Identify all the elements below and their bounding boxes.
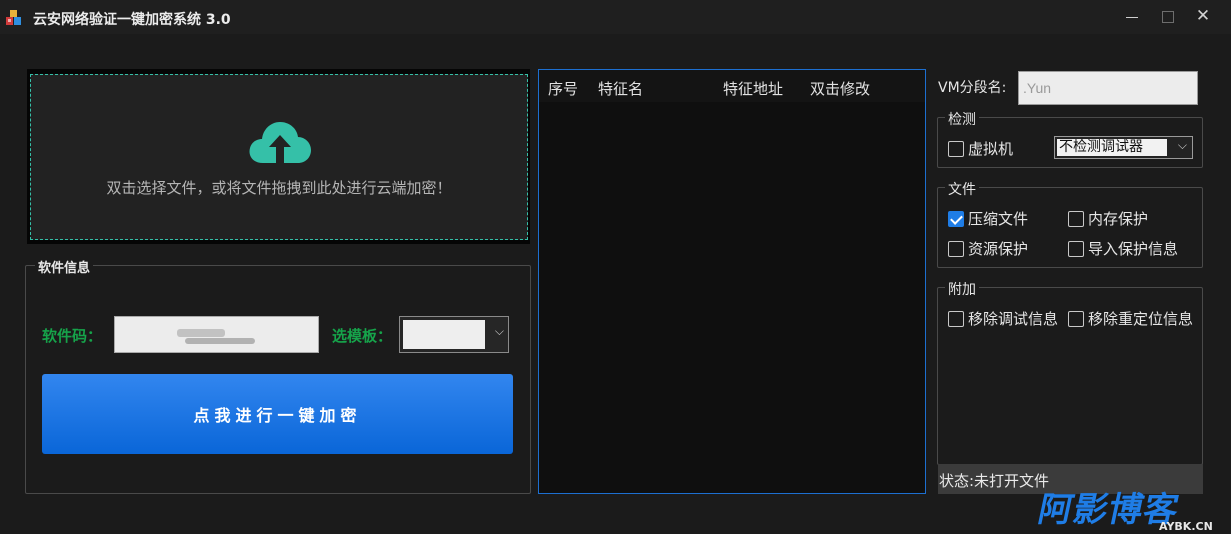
compress-file-label: 压缩文件 (968, 210, 1029, 228)
maximize-button[interactable] (1150, 4, 1184, 28)
vm-checkbox-label: 虚拟机 (968, 140, 1014, 158)
app-window: 云安网络验证一键加密系统 3.0 ✕ 双击选择文件，或将文件拖拽到此处进行云端加… (0, 0, 1231, 534)
feature-table[interactable]: 序号 特征名 特征地址 双击修改 (538, 69, 926, 494)
memory-protect-label: 内存保护 (1088, 210, 1149, 228)
debugger-select[interactable]: 不检测调试器 ⌵ (1054, 136, 1193, 159)
column-header-edit[interactable]: 双击修改 (810, 78, 870, 99)
blurred-value (177, 329, 225, 337)
blurred-value (185, 338, 255, 344)
close-button[interactable]: ✕ (1186, 4, 1220, 28)
file-drop-zone[interactable]: 双击选择文件，或将文件拖拽到此处进行云端加密！ (30, 74, 528, 240)
checkbox-box[interactable] (1068, 310, 1084, 327)
software-info-group: 软件信息 软件码： 选模板： ⌵ 点我进行一键加密 (25, 257, 531, 494)
file-group: 文件 压缩文件 内存保护 资源保护 导入保护信息 (937, 179, 1203, 268)
watermark-sub-text: AYBK.CN (1159, 520, 1213, 532)
vm-section-label: VM分段名: (938, 80, 1007, 96)
remove-reloc-info-checkbox[interactable]: 移除重定位信息 (1068, 308, 1193, 329)
checkbox-box[interactable] (1068, 210, 1084, 227)
compress-file-checkbox[interactable]: 压缩文件 (948, 208, 1028, 229)
software-code-label: 软件码： (42, 327, 103, 345)
debugger-select-value: 不检测调试器 (1057, 139, 1167, 156)
detect-legend: 检测 (945, 109, 979, 129)
checkbox-box[interactable] (948, 240, 964, 257)
minimize-button[interactable] (1115, 4, 1149, 28)
remove-debug-info-label: 移除调试信息 (968, 310, 1059, 328)
vm-checkbox[interactable]: 虚拟机 (948, 138, 1013, 159)
resource-protect-label: 资源保护 (968, 240, 1029, 258)
column-header-address[interactable]: 特征地址 (723, 78, 783, 99)
template-label: 选模板： (332, 327, 393, 345)
cloud-upload-icon (249, 122, 311, 163)
software-info-legend: 软件信息 (35, 257, 94, 276)
checkbox-box[interactable] (948, 210, 964, 227)
checkbox-box[interactable] (948, 310, 964, 327)
checkbox-box[interactable] (1068, 240, 1084, 257)
drop-hint-text: 双击选择文件，或将文件拖拽到此处进行云端加密！ (106, 179, 452, 197)
software-code-input[interactable] (114, 316, 319, 353)
extra-legend: 附加 (945, 279, 979, 299)
column-header-index[interactable]: 序号 (548, 78, 578, 99)
import-protect-checkbox[interactable]: 导入保护信息 (1068, 238, 1178, 259)
table-header: 序号 特征名 特征地址 双击修改 (539, 70, 925, 102)
remove-debug-info-checkbox[interactable]: 移除调试信息 (948, 308, 1058, 329)
template-select-value (403, 320, 485, 349)
encrypt-button[interactable]: 点我进行一键加密 (42, 374, 513, 454)
app-icon (6, 10, 21, 25)
window-title: 云安网络验证一键加密系统 3.0 (33, 12, 231, 28)
remove-reloc-info-label: 移除重定位信息 (1088, 310, 1194, 328)
watermark-logo: 阿影博客 AYBK.CN (1035, 490, 1213, 532)
resource-protect-checkbox[interactable]: 资源保护 (948, 238, 1028, 259)
import-protect-label: 导入保护信息 (1088, 240, 1179, 258)
detect-group: 检测 虚拟机 不检测调试器 ⌵ (937, 109, 1203, 168)
memory-protect-checkbox[interactable]: 内存保护 (1068, 208, 1148, 229)
chevron-down-icon: ⌵ (494, 324, 504, 338)
vm-section-input[interactable]: .Yun (1018, 71, 1198, 105)
file-legend: 文件 (945, 179, 979, 199)
checkbox-box[interactable] (948, 140, 964, 157)
column-header-name[interactable]: 特征名 (598, 78, 643, 99)
template-select[interactable]: ⌵ (399, 316, 509, 353)
chevron-down-icon: ⌵ (1177, 138, 1187, 152)
title-bar: 云安网络验证一键加密系统 3.0 ✕ (0, 0, 1231, 34)
extra-group: 附加 移除调试信息 移除重定位信息 (937, 279, 1203, 465)
